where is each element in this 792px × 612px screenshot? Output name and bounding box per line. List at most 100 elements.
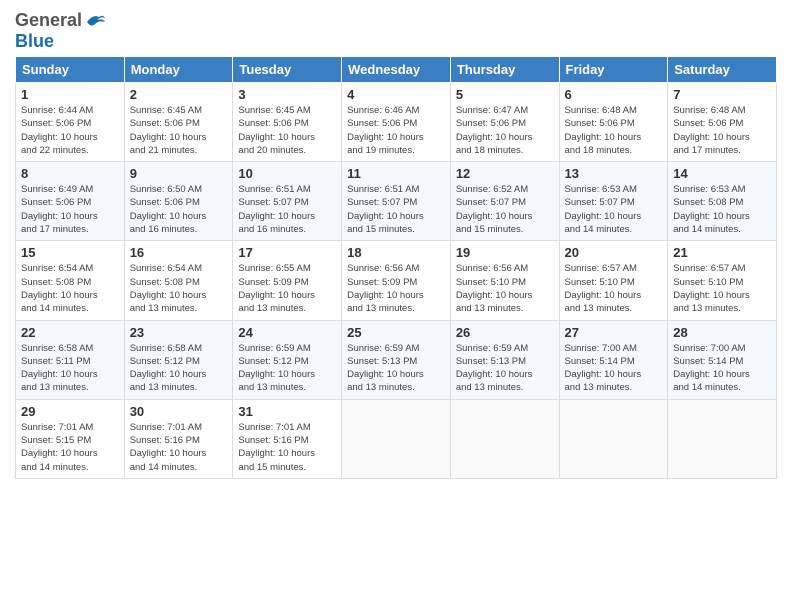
- weekday-header-cell: Saturday: [668, 57, 777, 83]
- day-info: Sunrise: 6:54 AM Sunset: 5:08 PM Dayligh…: [21, 262, 119, 315]
- calendar-day-cell: 21 Sunrise: 6:57 AM Sunset: 5:10 PM Dayli…: [668, 241, 777, 320]
- calendar-day-cell: 8 Sunrise: 6:49 AM Sunset: 5:06 PM Daylig…: [16, 162, 125, 241]
- calendar-day-cell: 19 Sunrise: 6:56 AM Sunset: 5:10 PM Dayli…: [450, 241, 559, 320]
- day-info: Sunrise: 6:58 AM Sunset: 5:11 PM Dayligh…: [21, 342, 119, 395]
- calendar-day-cell: 15 Sunrise: 6:54 AM Sunset: 5:08 PM Dayli…: [16, 241, 125, 320]
- day-number: 15: [21, 245, 119, 260]
- calendar-week-row: 1 Sunrise: 6:44 AM Sunset: 5:06 PM Daylig…: [16, 83, 777, 162]
- day-info: Sunrise: 6:51 AM Sunset: 5:07 PM Dayligh…: [347, 183, 445, 236]
- calendar-day-cell: 1 Sunrise: 6:44 AM Sunset: 5:06 PM Daylig…: [16, 83, 125, 162]
- calendar-day-cell: 5Sunrise: 6:47 AM Sunset: 5:06 PM Daylig…: [450, 83, 559, 162]
- calendar-day-cell: 10 Sunrise: 6:51 AM Sunset: 5:07 PM Dayli…: [233, 162, 342, 241]
- calendar-day-cell: 16 Sunrise: 6:54 AM Sunset: 5:08 PM Dayli…: [124, 241, 233, 320]
- day-number: 30: [130, 404, 228, 419]
- day-info: Sunrise: 7:00 AM Sunset: 5:14 PM Dayligh…: [565, 342, 663, 395]
- day-number: 8: [21, 166, 119, 181]
- calendar-day-cell: 18 Sunrise: 6:56 AM Sunset: 5:09 PM Dayli…: [342, 241, 451, 320]
- calendar-day-cell: 9 Sunrise: 6:50 AM Sunset: 5:06 PM Daylig…: [124, 162, 233, 241]
- day-number: 17: [238, 245, 336, 260]
- day-info: Sunrise: 6:55 AM Sunset: 5:09 PM Dayligh…: [238, 262, 336, 315]
- calendar-day-cell: [342, 399, 451, 478]
- day-info: Sunrise: 6:46 AM Sunset: 5:06 PM Dayligh…: [347, 104, 445, 157]
- calendar-day-cell: 17 Sunrise: 6:55 AM Sunset: 5:09 PM Dayli…: [233, 241, 342, 320]
- day-number: 22: [21, 325, 119, 340]
- day-info: Sunrise: 7:00 AM Sunset: 5:14 PM Dayligh…: [673, 342, 771, 395]
- calendar-table: SundayMondayTuesdayWednesdayThursdayFrid…: [15, 56, 777, 479]
- day-number: 31: [238, 404, 336, 419]
- day-info: Sunrise: 6:59 AM Sunset: 5:12 PM Dayligh…: [238, 342, 336, 395]
- calendar-day-cell: 6 Sunrise: 6:48 AM Sunset: 5:06 PM Daylig…: [559, 83, 668, 162]
- day-number: 2: [130, 87, 228, 102]
- day-info: Sunrise: 6:57 AM Sunset: 5:10 PM Dayligh…: [673, 262, 771, 315]
- calendar-day-cell: 29 Sunrise: 7:01 AM Sunset: 5:15 PM Dayli…: [16, 399, 125, 478]
- day-info: Sunrise: 6:50 AM Sunset: 5:06 PM Dayligh…: [130, 183, 228, 236]
- day-number: 13: [565, 166, 663, 181]
- day-number: 6: [565, 87, 663, 102]
- weekday-header-cell: Sunday: [16, 57, 125, 83]
- calendar-body: 1 Sunrise: 6:44 AM Sunset: 5:06 PM Daylig…: [16, 83, 777, 479]
- calendar-week-row: 8 Sunrise: 6:49 AM Sunset: 5:06 PM Daylig…: [16, 162, 777, 241]
- day-number: 24: [238, 325, 336, 340]
- calendar-day-cell: [559, 399, 668, 478]
- day-number: 14: [673, 166, 771, 181]
- day-number: 26: [456, 325, 554, 340]
- day-info: Sunrise: 6:48 AM Sunset: 5:06 PM Dayligh…: [565, 104, 663, 157]
- calendar-day-cell: [668, 399, 777, 478]
- day-number: 9: [130, 166, 228, 181]
- day-info: Sunrise: 6:53 AM Sunset: 5:08 PM Dayligh…: [673, 183, 771, 236]
- day-info: Sunrise: 6:45 AM Sunset: 5:06 PM Dayligh…: [130, 104, 228, 157]
- weekday-header-cell: Thursday: [450, 57, 559, 83]
- day-info: Sunrise: 7:01 AM Sunset: 5:16 PM Dayligh…: [238, 421, 336, 474]
- calendar-day-cell: 11Sunrise: 6:51 AM Sunset: 5:07 PM Dayli…: [342, 162, 451, 241]
- day-info: Sunrise: 7:01 AM Sunset: 5:16 PM Dayligh…: [130, 421, 228, 474]
- calendar-day-cell: 24 Sunrise: 6:59 AM Sunset: 5:12 PM Dayli…: [233, 320, 342, 399]
- calendar-day-cell: [450, 399, 559, 478]
- day-number: 28: [673, 325, 771, 340]
- day-number: 20: [565, 245, 663, 260]
- weekday-header-row: SundayMondayTuesdayWednesdayThursdayFrid…: [16, 57, 777, 83]
- calendar-day-cell: 27Sunrise: 7:00 AM Sunset: 5:14 PM Dayli…: [559, 320, 668, 399]
- logo: General Blue: [15, 10, 107, 52]
- calendar-day-cell: 22 Sunrise: 6:58 AM Sunset: 5:11 PM Dayli…: [16, 320, 125, 399]
- calendar-day-cell: 30 Sunrise: 7:01 AM Sunset: 5:16 PM Dayli…: [124, 399, 233, 478]
- weekday-header-cell: Tuesday: [233, 57, 342, 83]
- day-number: 23: [130, 325, 228, 340]
- calendar-day-cell: 7Sunrise: 6:48 AM Sunset: 5:06 PM Daylig…: [668, 83, 777, 162]
- day-number: 16: [130, 245, 228, 260]
- logo-general: General: [15, 10, 82, 31]
- calendar-day-cell: 31 Sunrise: 7:01 AM Sunset: 5:16 PM Dayli…: [233, 399, 342, 478]
- day-number: 21: [673, 245, 771, 260]
- calendar-week-row: 29 Sunrise: 7:01 AM Sunset: 5:15 PM Dayli…: [16, 399, 777, 478]
- day-number: 3: [238, 87, 336, 102]
- day-info: Sunrise: 6:53 AM Sunset: 5:07 PM Dayligh…: [565, 183, 663, 236]
- day-info: Sunrise: 6:48 AM Sunset: 5:06 PM Dayligh…: [673, 104, 771, 157]
- day-number: 29: [21, 404, 119, 419]
- day-number: 1: [21, 87, 119, 102]
- logo-bird-icon: [85, 12, 107, 30]
- calendar-day-cell: 4Sunrise: 6:46 AM Sunset: 5:06 PM Daylig…: [342, 83, 451, 162]
- day-info: Sunrise: 6:57 AM Sunset: 5:10 PM Dayligh…: [565, 262, 663, 315]
- calendar-day-cell: 3Sunrise: 6:45 AM Sunset: 5:06 PM Daylig…: [233, 83, 342, 162]
- day-number: 12: [456, 166, 554, 181]
- day-info: Sunrise: 6:54 AM Sunset: 5:08 PM Dayligh…: [130, 262, 228, 315]
- day-info: Sunrise: 6:49 AM Sunset: 5:06 PM Dayligh…: [21, 183, 119, 236]
- weekday-header-cell: Friday: [559, 57, 668, 83]
- day-number: 19: [456, 245, 554, 260]
- day-info: Sunrise: 6:44 AM Sunset: 5:06 PM Dayligh…: [21, 104, 119, 157]
- day-number: 18: [347, 245, 445, 260]
- calendar-day-cell: 14 Sunrise: 6:53 AM Sunset: 5:08 PM Dayli…: [668, 162, 777, 241]
- day-number: 10: [238, 166, 336, 181]
- calendar-day-cell: 2 Sunrise: 6:45 AM Sunset: 5:06 PM Daylig…: [124, 83, 233, 162]
- day-info: Sunrise: 6:52 AM Sunset: 5:07 PM Dayligh…: [456, 183, 554, 236]
- day-info: Sunrise: 6:51 AM Sunset: 5:07 PM Dayligh…: [238, 183, 336, 236]
- day-info: Sunrise: 6:56 AM Sunset: 5:09 PM Dayligh…: [347, 262, 445, 315]
- day-info: Sunrise: 6:59 AM Sunset: 5:13 PM Dayligh…: [347, 342, 445, 395]
- weekday-header-cell: Monday: [124, 57, 233, 83]
- day-number: 25: [347, 325, 445, 340]
- calendar-day-cell: 20 Sunrise: 6:57 AM Sunset: 5:10 PM Dayli…: [559, 241, 668, 320]
- header: General Blue: [15, 10, 777, 52]
- day-info: Sunrise: 7:01 AM Sunset: 5:15 PM Dayligh…: [21, 421, 119, 474]
- day-info: Sunrise: 6:56 AM Sunset: 5:10 PM Dayligh…: [456, 262, 554, 315]
- calendar-day-cell: 28 Sunrise: 7:00 AM Sunset: 5:14 PM Dayli…: [668, 320, 777, 399]
- calendar-week-row: 22 Sunrise: 6:58 AM Sunset: 5:11 PM Dayli…: [16, 320, 777, 399]
